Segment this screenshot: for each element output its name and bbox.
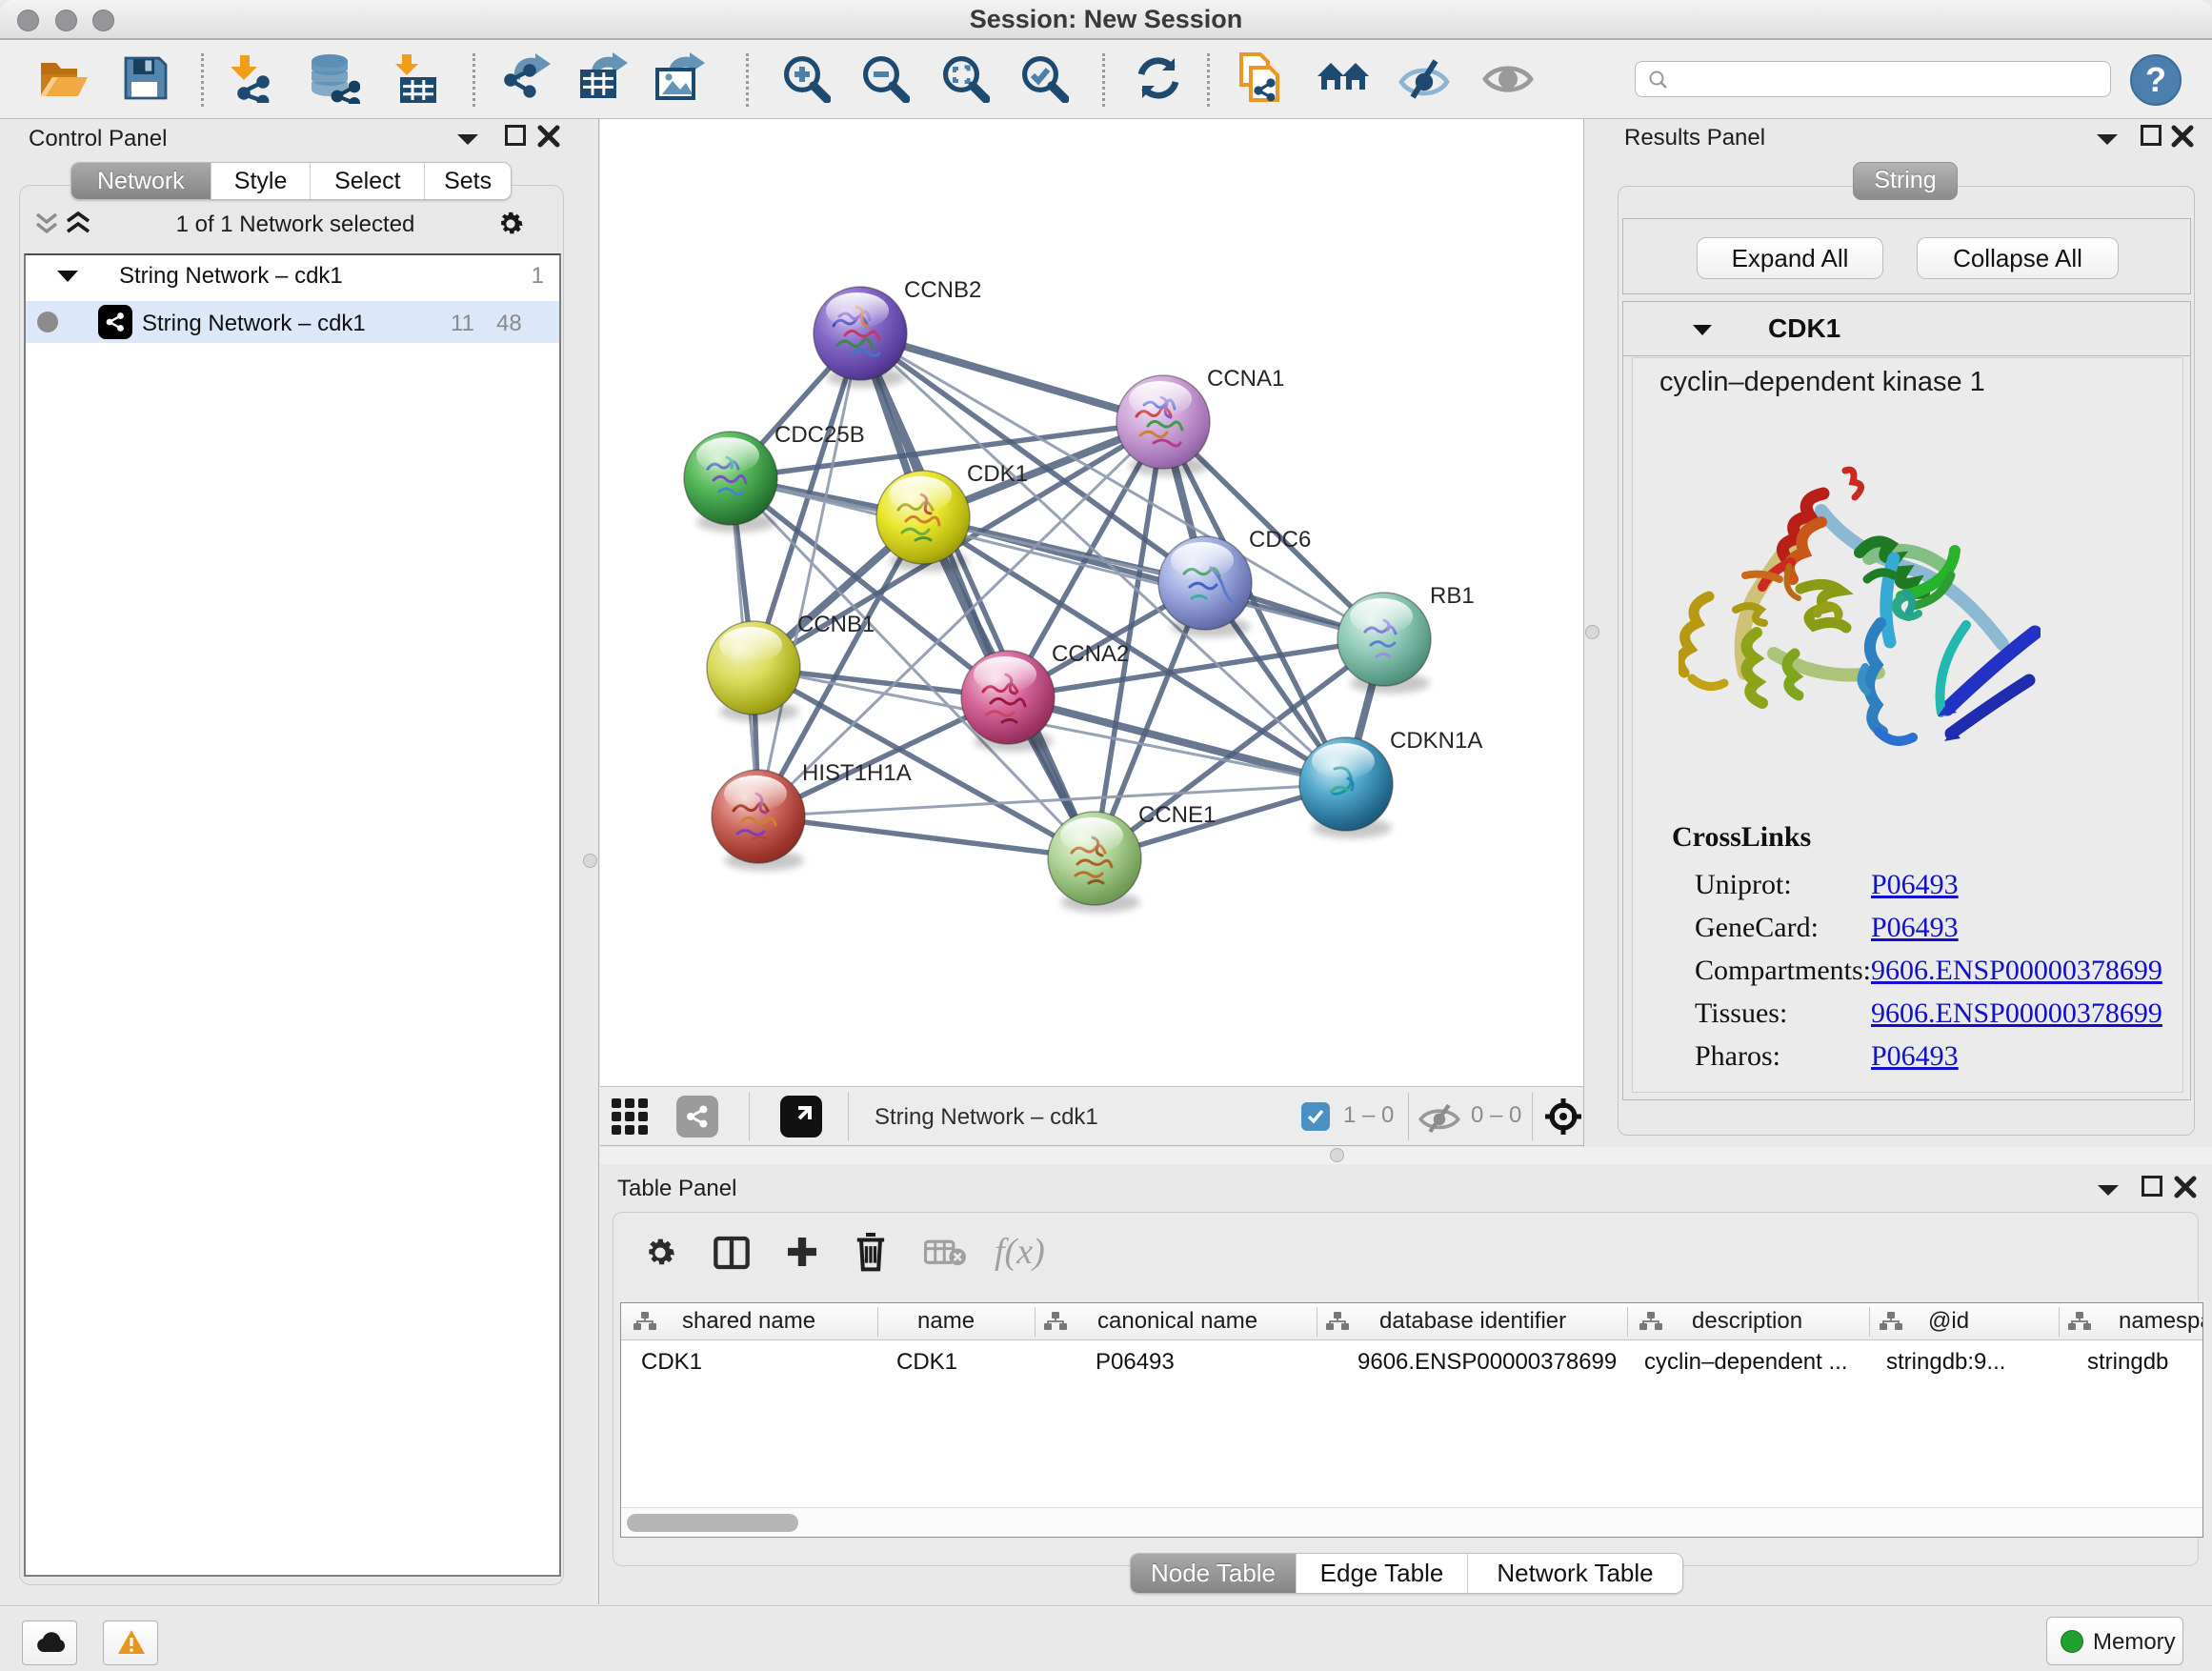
svg-text:CCNA1: CCNA1 (1207, 366, 1284, 392)
svg-text:CCNE1: CCNE1 (1138, 802, 1216, 828)
svg-text:CCNB2: CCNB2 (904, 277, 981, 303)
svg-text:CCNB1: CCNB1 (797, 612, 875, 637)
svg-text:CCNA2: CCNA2 (1052, 641, 1129, 667)
svg-text:CDK1: CDK1 (967, 461, 1028, 487)
svg-text:CDC6: CDC6 (1249, 527, 1311, 553)
svg-text:HIST1H1A: HIST1H1A (802, 760, 912, 786)
svg-text:CDKN1A: CDKN1A (1390, 728, 1482, 754)
svg-text:CDC25B: CDC25B (774, 422, 865, 448)
svg-text:RB1: RB1 (1430, 583, 1475, 609)
